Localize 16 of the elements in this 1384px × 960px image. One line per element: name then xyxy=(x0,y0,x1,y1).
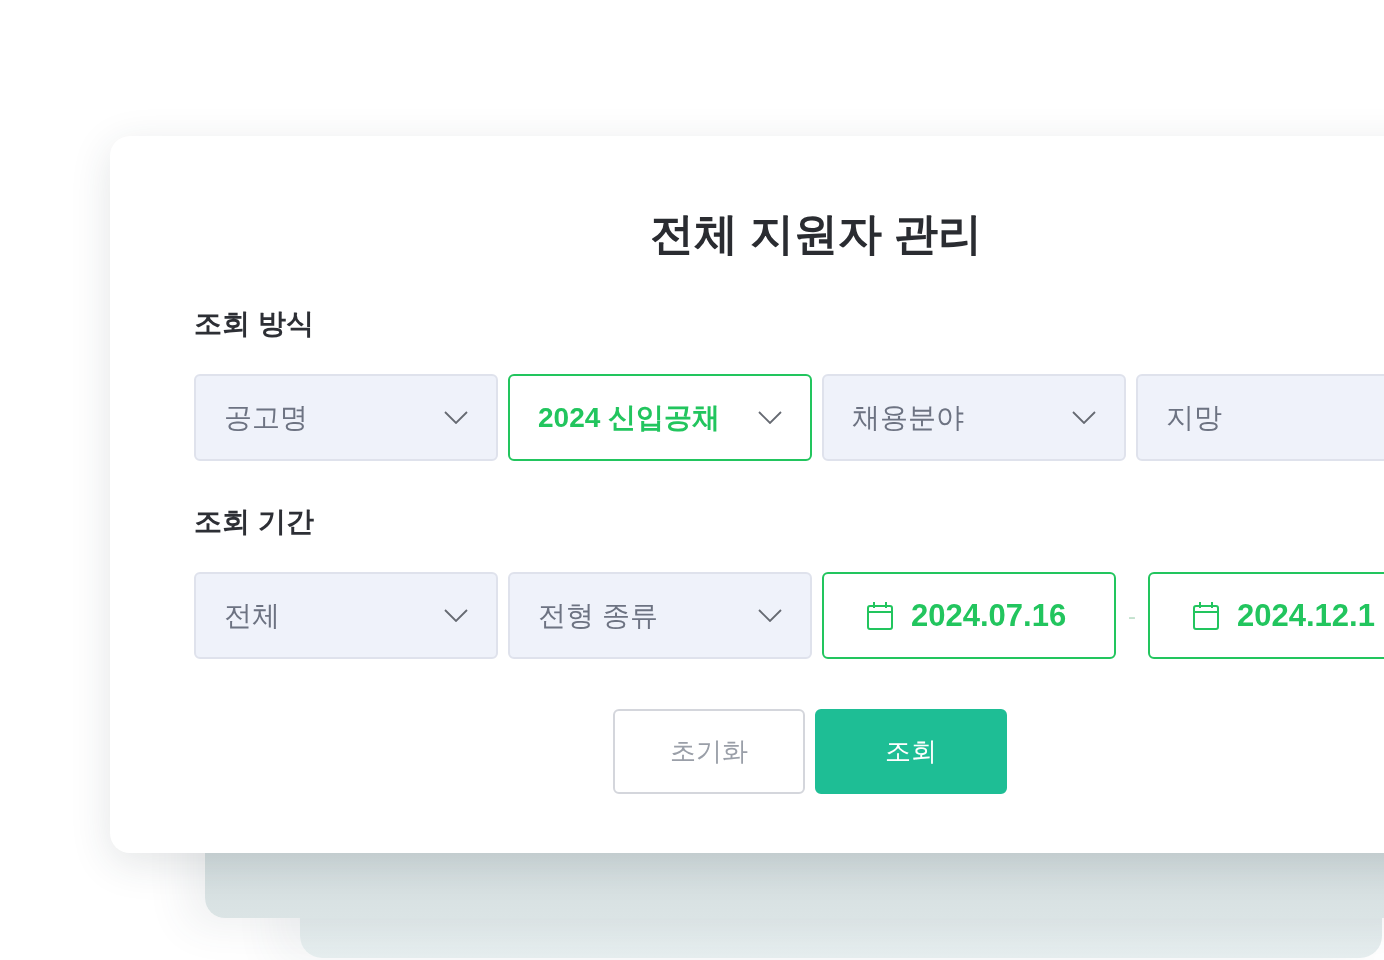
dropdown[interactable]: 전형 종류 xyxy=(508,572,812,659)
calendar-icon xyxy=(867,601,893,630)
date-range-dash: - xyxy=(1127,601,1137,630)
dropdown[interactable]: 전체 xyxy=(194,572,498,659)
dropdown[interactable]: 채용분야 xyxy=(822,374,1126,461)
reset-button[interactable]: 초기화 xyxy=(613,709,805,794)
panel-title: 전체 지원자 관리 xyxy=(648,208,984,260)
dropdown[interactable]: 지망 xyxy=(1136,374,1384,461)
section-label: 조회 방식 xyxy=(194,307,315,341)
calendar-icon xyxy=(1193,601,1219,630)
date-field[interactable]: 2024.07.16 xyxy=(822,572,1116,659)
dropdown[interactable]: 2024 신입공채 xyxy=(508,374,812,461)
dropdown[interactable]: 공고명 xyxy=(194,374,498,461)
search-button[interactable]: 조회 xyxy=(815,709,1007,794)
date-field[interactable]: 2024.12.1 xyxy=(1148,572,1384,659)
section-label: 조회 기간 xyxy=(194,505,315,539)
